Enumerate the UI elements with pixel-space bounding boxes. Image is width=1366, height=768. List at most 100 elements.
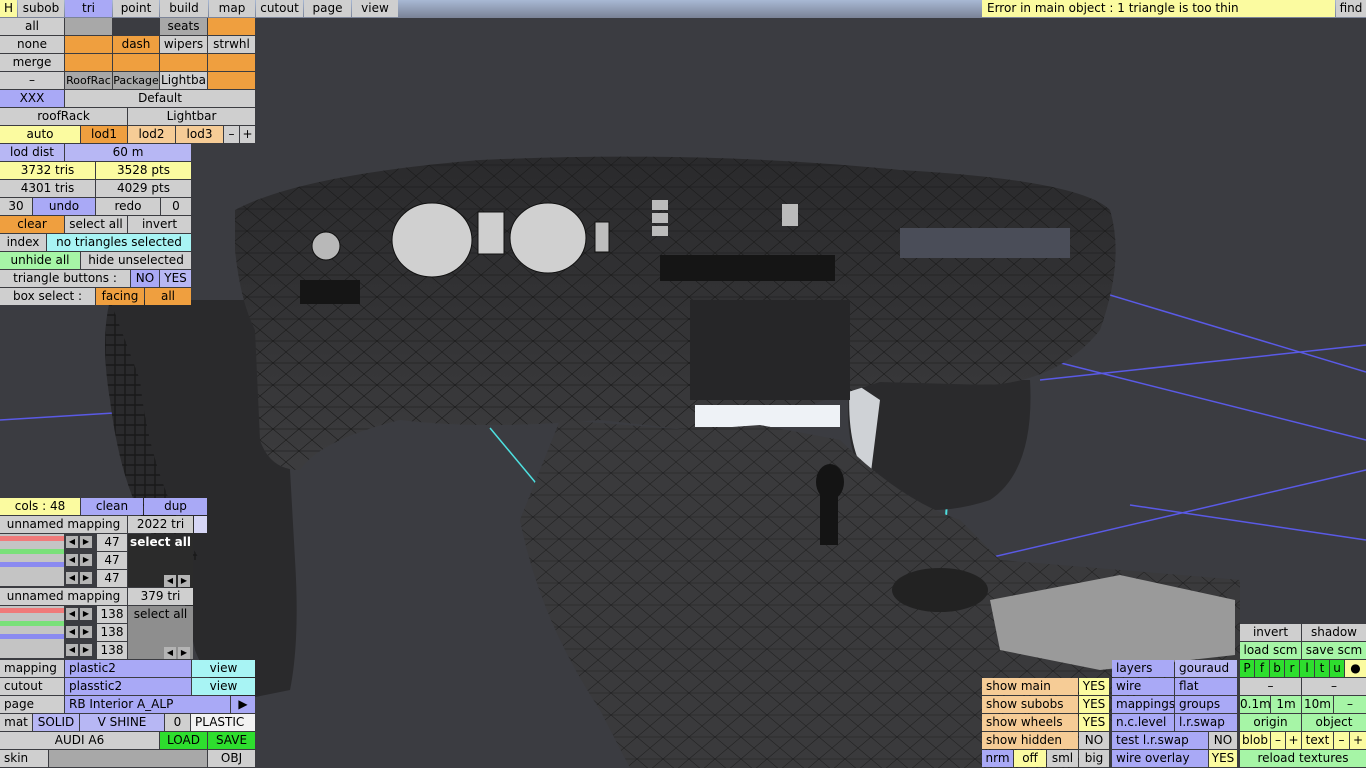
tab-map[interactable]: map — [209, 0, 255, 17]
cutout-view-button[interactable]: view — [192, 678, 255, 695]
mapping1-name[interactable]: unnamed mapping — [0, 516, 127, 533]
skin-value[interactable] — [49, 750, 207, 767]
tab-h[interactable]: H — [0, 0, 17, 17]
subob-dash[interactable]: dash — [113, 36, 159, 53]
box-select-facing[interactable]: facing — [96, 288, 144, 305]
invert-button[interactable]: invert — [128, 216, 191, 233]
dot-icon[interactable]: ● — [1345, 660, 1366, 677]
index-button[interactable]: index — [0, 234, 46, 251]
subob-merge-button[interactable]: merge — [0, 54, 64, 71]
left-arrow-icon[interactable]: ◀ — [164, 647, 176, 659]
right-dash-2[interactable]: – — [1302, 678, 1366, 695]
flag-b[interactable]: b — [1270, 660, 1284, 677]
blob-button[interactable]: blob — [1240, 732, 1270, 749]
subob-slot[interactable] — [65, 54, 112, 71]
grid-1m[interactable]: 1m — [1271, 696, 1301, 713]
subob-slot[interactable] — [113, 54, 159, 71]
green-slider[interactable] — [0, 549, 64, 554]
save-scm-button[interactable]: save scm — [1302, 642, 1366, 659]
mapping-value[interactable]: plastic2 — [65, 660, 191, 677]
tab-tri[interactable]: tri — [65, 0, 112, 17]
scrollbar[interactable] — [194, 516, 207, 533]
undo-button[interactable]: undo — [33, 198, 95, 215]
show-main-button[interactable]: show main — [982, 678, 1078, 695]
blue-slider[interactable] — [0, 562, 64, 567]
wire-button[interactable]: wire — [1112, 678, 1174, 695]
triangle-buttons-yes[interactable]: YES — [160, 270, 191, 287]
show-subobs-button[interactable]: show subobs — [982, 696, 1078, 713]
show-hidden-button[interactable]: show hidden — [982, 732, 1078, 749]
wire-overlay-value[interactable]: YES — [1209, 750, 1237, 767]
mapping2-arrows[interactable]: ◀ ▶ ◀ ▶ ◀ ▶ — [66, 608, 92, 656]
flag-t[interactable]: t — [1315, 660, 1329, 677]
left-arrow-icon[interactable]: ◀ — [66, 554, 78, 566]
redo-button[interactable]: redo — [96, 198, 160, 215]
mapping2-name[interactable]: unnamed mapping — [0, 588, 127, 605]
right-arrow-icon[interactable]: ▶ — [80, 572, 92, 584]
load-scm-button[interactable]: load scm — [1240, 642, 1301, 659]
show-wheels-value[interactable]: YES — [1079, 714, 1109, 731]
flag-p[interactable]: P — [1240, 660, 1254, 677]
blob-plus[interactable]: + — [1286, 732, 1301, 749]
tab-cutout[interactable]: cutout — [256, 0, 303, 17]
groups-button[interactable]: groups — [1175, 696, 1237, 713]
lod-plus[interactable]: + — [240, 126, 255, 143]
subob-none-button[interactable]: none — [0, 36, 64, 53]
wire-overlay-button[interactable]: wire overlay — [1112, 750, 1208, 767]
lod2-button[interactable]: lod2 — [128, 126, 175, 143]
subob-default[interactable]: Default — [65, 90, 255, 107]
tab-page[interactable]: page — [304, 0, 351, 17]
right-arrow-icon[interactable]: ▶ — [80, 626, 92, 638]
mappings-button[interactable]: mappings — [1112, 696, 1174, 713]
big-button[interactable]: big — [1079, 750, 1109, 767]
mat-vshine[interactable]: V SHINE — [80, 714, 164, 731]
subob-xxx[interactable]: XXX — [0, 90, 64, 107]
subob-slot[interactable] — [208, 54, 255, 71]
triangle-buttons-no[interactable]: NO — [131, 270, 159, 287]
subob-wipers[interactable]: wipers — [160, 36, 207, 53]
right-dash-1[interactable]: – — [1240, 678, 1301, 695]
subob-roofrac[interactable]: RoofRac — [65, 72, 112, 89]
flag-f[interactable]: f — [1255, 660, 1269, 677]
left-arrow-icon[interactable]: ◀ — [66, 572, 78, 584]
box-select-all[interactable]: all — [145, 288, 191, 305]
blue-slider[interactable] — [0, 634, 64, 639]
show-main-value[interactable]: YES — [1079, 678, 1109, 695]
subob-dash-symbol[interactable]: – — [0, 72, 64, 89]
flag-l[interactable]: l — [1300, 660, 1314, 677]
shadow-button[interactable]: shadow — [1302, 624, 1366, 641]
left-arrow-icon[interactable]: ◀ — [66, 644, 78, 656]
tab-build[interactable]: build — [160, 0, 208, 17]
subob-slot[interactable] — [65, 36, 112, 53]
lod-dist-value[interactable]: 60 m — [65, 144, 191, 161]
flag-r[interactable]: r — [1285, 660, 1299, 677]
test-lrswap-value[interactable]: NO — [1209, 732, 1237, 749]
blob-minus[interactable]: – — [1271, 732, 1285, 749]
flag-u[interactable]: u — [1330, 660, 1344, 677]
object-button[interactable]: object — [1302, 714, 1366, 731]
mat-zero[interactable]: 0 — [165, 714, 190, 731]
grid-10m[interactable]: 10m — [1302, 696, 1333, 713]
subob-slot[interactable] — [208, 72, 255, 89]
nclevel-button[interactable]: n.c.level — [1112, 714, 1174, 731]
mat-solid[interactable]: SOLID — [33, 714, 79, 731]
test-lrswap-button[interactable]: test l.r.swap — [1112, 732, 1208, 749]
right-arrow-icon[interactable]: ▶ — [80, 608, 92, 620]
left-arrow-icon[interactable]: ◀ — [164, 575, 176, 587]
grid-minus[interactable]: – — [1334, 696, 1366, 713]
tab-view[interactable]: view — [352, 0, 398, 17]
show-subobs-value[interactable]: YES — [1079, 696, 1109, 713]
gouraud-button[interactable]: gouraud — [1175, 660, 1237, 677]
subob-slot[interactable] — [160, 54, 207, 71]
unhide-all-button[interactable]: unhide all — [0, 252, 80, 269]
subob-seats[interactable]: seats — [160, 18, 207, 35]
lod-minus[interactable]: – — [224, 126, 239, 143]
right-arrow-icon[interactable]: ▶ — [80, 644, 92, 656]
right-arrow-icon[interactable]: ▶ — [178, 575, 190, 587]
page-value[interactable]: RB Interior A_ALP — [65, 696, 230, 713]
mapping-view-button[interactable]: view — [192, 660, 255, 677]
text-button[interactable]: text — [1302, 732, 1333, 749]
load-button[interactable]: LOAD — [160, 732, 207, 749]
select-all-button[interactable]: select all — [65, 216, 127, 233]
dup-button[interactable]: dup — [144, 498, 207, 515]
